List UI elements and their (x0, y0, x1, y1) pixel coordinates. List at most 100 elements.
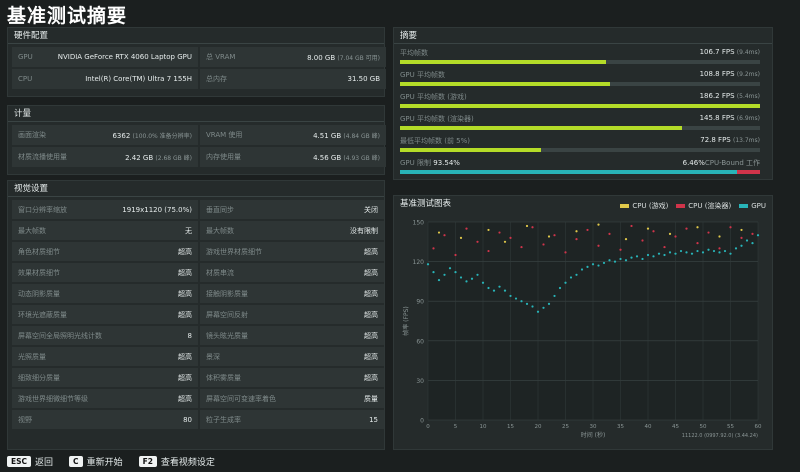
data-point (630, 256, 633, 259)
setting-value-wrap: 质量 (364, 394, 378, 404)
metrics-label: 材质流播使用量 (18, 153, 67, 161)
setting-value: 超高 (364, 331, 378, 340)
setting-label: 镜头眩光质量 (206, 331, 248, 340)
chart-panel: 基准测试图表 CPU (游戏) CPU (渲染器) GPU 0 30 60 90 120 15… (393, 195, 773, 450)
data-point (608, 259, 611, 262)
video-settings-label[interactable]: 查看视频设定 (161, 455, 215, 468)
data-point (696, 242, 699, 245)
data-point (740, 228, 743, 232)
data-point (443, 273, 446, 276)
hardware-panel: 硬件配置 GPU NVIDIA GeForce RTX 4060 Laptop G… (7, 27, 386, 97)
summary-label: 平均帧数 (400, 49, 428, 57)
video-settings-key[interactable]: F2 (138, 456, 157, 467)
setting-value-wrap: 15 (369, 416, 378, 424)
setting-row: 环境光遮蔽质量 超高 (12, 305, 198, 324)
setting-row: 体积雾质量 超高 (200, 368, 384, 387)
back-label[interactable]: 返回 (35, 455, 53, 468)
hardware-value: Intel(R) Core(TM) Ultra 7 155H (85, 75, 192, 83)
x-tick-label: 45 (672, 424, 679, 430)
summary-label: GPU 平均帧数 (渲染器) (400, 115, 474, 123)
setting-row: 光照质量 超高 (12, 347, 198, 366)
data-point (685, 251, 688, 254)
restart-label[interactable]: 重新开始 (87, 455, 123, 468)
page-title: 基准测试摘要 (7, 5, 128, 27)
setting-value-wrap: 超高 (364, 289, 378, 299)
metrics-row: 内存使用量 4.56 GB (4.93 GB 峰) (200, 147, 386, 167)
hardware-label: 总内存 (206, 75, 227, 83)
data-point (470, 277, 474, 280)
data-point (454, 271, 457, 274)
setting-value-wrap: 超高 (364, 268, 378, 278)
data-point (723, 249, 727, 253)
setting-value-wrap: 无 (185, 226, 192, 236)
data-point (718, 235, 721, 238)
setting-row: 屏幕空间全局照明光线计数 8 (12, 326, 198, 345)
y-tick-label: 60 (416, 338, 424, 345)
setting-value: 1919x1120 (75.0%) (122, 205, 192, 214)
setting-value: 超高 (178, 289, 192, 298)
summary-panel: 摘要 平均帧数 106.7 FPS (9.4ms) GPU 平均帧数 108.8 FP… (393, 27, 773, 180)
setting-label: 体积雾质量 (206, 373, 241, 382)
cpu-bound-value: 6.46% (682, 159, 705, 167)
data-point (525, 224, 529, 228)
esc-key[interactable]: ESC (7, 456, 32, 467)
metrics-row: 材质流播使用量 2.42 GB (2.68 GB 峰) (12, 147, 198, 167)
x-tick-label: 5 (454, 424, 458, 430)
setting-value-wrap: 关闭 (364, 205, 378, 215)
data-point (751, 232, 754, 235)
data-point (663, 253, 666, 257)
hardware-subvalue: (7.04 GB 可用) (337, 54, 380, 62)
data-point (580, 268, 584, 271)
data-point (547, 302, 551, 305)
setting-value-wrap: 超高 (178, 310, 192, 320)
data-point (745, 239, 749, 242)
data-point (492, 289, 496, 292)
legend-swatch (620, 204, 630, 208)
x-tick-label: 40 (645, 424, 652, 430)
summary-value-wrap: 106.7 FPS (9.4ms) (700, 48, 760, 56)
setting-value: 超高 (178, 247, 192, 256)
legend-item: CPU (游戏) (620, 201, 668, 211)
data-point (487, 249, 490, 253)
data-point (432, 247, 435, 250)
x-tick-label: 20 (535, 424, 542, 430)
bound-bar-fill (400, 170, 737, 174)
setting-value: 超高 (364, 373, 378, 382)
metrics-row: VRAM 使用 4.51 GB (4.84 GB 峰) (200, 125, 386, 145)
setting-label: 接触阴影质量 (206, 289, 248, 298)
data-point (509, 294, 512, 298)
data-point (718, 251, 721, 254)
data-point (608, 232, 611, 235)
hardware-label: CPU (18, 75, 33, 83)
legend-swatch (676, 204, 686, 208)
data-point (542, 306, 545, 309)
setting-value: 超高 (364, 247, 378, 256)
setting-row: 最大帧数 无 (12, 221, 198, 240)
data-point (520, 300, 523, 303)
data-point (740, 236, 743, 239)
metrics-value-wrap: 6362 (100.0% 准备分辨率) (112, 131, 192, 140)
legend-label: CPU (游戏) (632, 202, 669, 210)
data-point (597, 223, 600, 226)
setting-value-wrap: 超高 (178, 247, 192, 257)
summary-bar-fill (400, 60, 607, 64)
data-point (641, 239, 644, 242)
metrics-value-wrap: 4.51 GB (4.84 GB 峰) (313, 131, 380, 140)
data-point (553, 234, 556, 237)
data-point (613, 260, 617, 263)
x-tick-label: 10 (480, 424, 487, 430)
setting-value-wrap: 8 (188, 332, 192, 340)
x-tick-label: 25 (562, 424, 569, 430)
restart-key[interactable]: C (69, 456, 83, 467)
setting-value-wrap: 超高 (178, 352, 192, 362)
gpu-bound-value: 93.54% (433, 159, 460, 167)
data-point (751, 242, 754, 245)
setting-value: 15 (369, 415, 378, 424)
bound-right: 6.46%CPU-Bound 工作 (683, 158, 760, 168)
data-point (707, 248, 710, 251)
data-point (696, 226, 699, 229)
setting-value: 超高 (364, 289, 378, 298)
data-point (465, 227, 468, 230)
setting-value: 超高 (178, 394, 192, 403)
setting-label: 垂直同步 (206, 205, 234, 214)
